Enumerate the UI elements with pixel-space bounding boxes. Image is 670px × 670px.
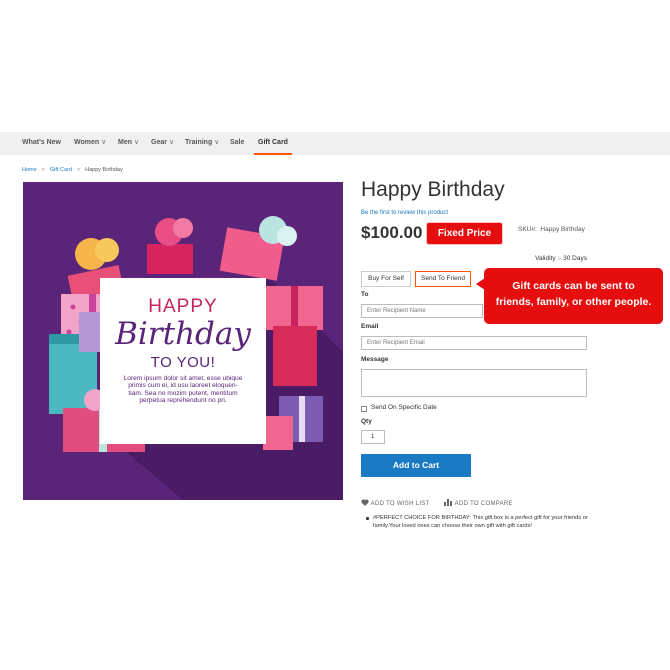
product-price: $100.00 xyxy=(361,223,423,242)
to-label: To xyxy=(361,291,369,298)
heart-icon xyxy=(361,499,369,506)
chevron-down-icon: ∨ xyxy=(134,139,140,146)
breadcrumb-home[interactable]: Home xyxy=(22,167,37,173)
nav-item-women[interactable]: Women ∨ xyxy=(74,132,106,155)
add-to-wish-list-link[interactable]: ADD TO WISH LIST xyxy=(361,499,430,507)
chevron-down-icon: ∨ xyxy=(168,139,175,146)
breadcrumb-gift-card[interactable]: Gift Card xyxy=(50,167,72,173)
sku-label: SKU#: xyxy=(518,226,537,233)
message-label: Message xyxy=(361,356,389,363)
nav-item-label: Men xyxy=(118,139,132,146)
nav-item-label: What's New xyxy=(22,139,62,146)
send-on-date-label: Send On Specific Date xyxy=(371,404,437,411)
add-to-compare-link[interactable]: ADD TO COMPARE xyxy=(444,499,513,507)
breadcrumb-current: Happy Birthday xyxy=(85,167,123,173)
message-textarea[interactable] xyxy=(361,369,587,397)
card-lorem-line: Lorem ipsum dolor sit amet, esse ubique xyxy=(123,375,243,382)
nav-item-gear[interactable]: Gear ∨ xyxy=(151,132,174,155)
card-to-you-text: TO YOU! xyxy=(150,354,216,371)
breadcrumb-separator: > xyxy=(41,167,45,173)
nav-item-sale[interactable]: Sale xyxy=(230,132,244,155)
fixed-price-badge: Fixed Price xyxy=(427,223,502,244)
card-happy-text: HAPPY xyxy=(148,296,218,317)
breadcrumb: Home > Gift Card > Happy Birthday xyxy=(22,167,123,173)
recipient-email-input[interactable]: Enter Recipient Email xyxy=(361,336,587,350)
nav-item-label: Training xyxy=(185,139,213,146)
nav-item-label: Gift Card xyxy=(258,139,288,146)
breadcrumb-separator: > xyxy=(76,167,81,173)
callout-line: friends, family, or other people. xyxy=(495,296,652,308)
sku: SKU#: Happy Birthday xyxy=(518,226,585,233)
card-lorem-line: tiam. Sea no mozim putent, mentitum xyxy=(128,389,238,397)
nav-item-whats-new[interactable]: What's New xyxy=(22,132,61,155)
description-bullet: #PERFECT CHOICE FOR BIRTHDAY: This gift … xyxy=(366,514,591,531)
product-title: Happy Birthday xyxy=(361,178,505,201)
qty-label: Qty xyxy=(361,418,372,425)
main-navigation: What's New Women ∨ Men ∨ Gear ∨ Training ∨ S… xyxy=(0,132,670,155)
nav-item-label: Women xyxy=(74,139,100,146)
callout-line: Gift cards can be sent to xyxy=(512,280,635,292)
validity: Validity :- 30 Days xyxy=(535,255,587,262)
card-lorem-text: Lorem ipsum dolor sit amet, esse ubique … xyxy=(100,375,266,405)
card-lorem-line: perpetua reprehendunt no pri. xyxy=(139,397,227,405)
nav-item-training[interactable]: Training ∨ xyxy=(185,132,219,155)
email-label: Email xyxy=(361,323,379,330)
chevron-down-icon: ∨ xyxy=(214,139,220,146)
nav-item-gift-card[interactable]: Gift Card xyxy=(254,132,292,155)
greeting-card: HAPPY Birthday TO YOU! Lorem ipsum dolor… xyxy=(100,278,266,444)
sku-value: Happy Birthday xyxy=(540,226,585,233)
recipient-name-input[interactable]: Enter Recipient Name xyxy=(361,304,483,318)
bar-chart-icon xyxy=(444,499,452,506)
gift-card-callout: Gift cards can be sent to friends, famil… xyxy=(484,268,663,324)
nav-item-label: Gear xyxy=(151,139,167,146)
add-to-cart-button[interactable]: Add to Cart xyxy=(361,454,471,477)
nav-item-label: Sale xyxy=(230,139,245,146)
card-birthday-text: Birthday xyxy=(115,316,251,352)
nav-item-men[interactable]: Men ∨ xyxy=(118,132,139,155)
card-lorem-line: primis cum ei, id usu laoreet eloquen- xyxy=(128,382,238,390)
tab-send-to-friend[interactable]: Send To Friend xyxy=(415,271,471,287)
qty-input[interactable]: 1 xyxy=(361,430,385,444)
chevron-down-icon: ∨ xyxy=(101,139,107,146)
wish-list-label: ADD TO WISH LIST xyxy=(370,501,430,507)
review-link[interactable]: Be the first to review this product xyxy=(361,210,448,216)
send-on-date-checkbox[interactable] xyxy=(361,406,367,412)
tab-buy-for-self[interactable]: Buy For Self xyxy=(361,271,411,287)
compare-label: ADD TO COMPARE xyxy=(454,501,513,507)
